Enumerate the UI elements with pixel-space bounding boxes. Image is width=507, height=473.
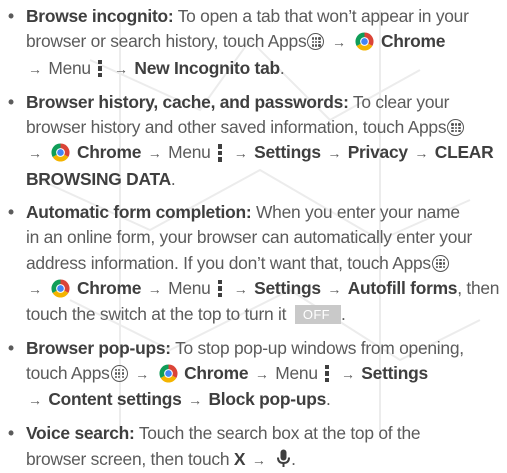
tip-title: Browser history, cache, and passwords: — [26, 91, 349, 112]
settings-label: Settings — [254, 142, 321, 163]
chrome-label: Chrome — [76, 142, 142, 163]
chrome-icon — [158, 364, 178, 383]
autofill-forms-label: Autofill forms — [347, 277, 458, 298]
tip-title: Voice search: — [26, 423, 135, 444]
chrome-label: Chrome — [380, 31, 446, 52]
arrow-icon: → — [135, 365, 149, 382]
bullet: • — [8, 337, 14, 358]
arrow-icon: → — [327, 280, 342, 297]
arrow-icon: → — [332, 34, 346, 51]
bullet: • — [8, 6, 14, 26]
microphone-icon — [277, 449, 291, 467]
menu-label: Menu — [275, 362, 318, 383]
arrow-icon: → — [251, 451, 266, 468]
bullet: • — [8, 91, 14, 112]
arrow-icon: → — [414, 145, 429, 162]
apps-icon — [431, 254, 449, 272]
menu-icon — [217, 143, 223, 162]
chrome-icon — [51, 143, 70, 163]
menu-icon — [97, 59, 103, 78]
period: . — [170, 168, 176, 189]
period: . — [326, 389, 331, 410]
apps-icon — [307, 33, 325, 51]
switch-off-badge: OFF — [294, 305, 342, 325]
menu-label: Menu — [168, 277, 211, 298]
clear-browsing-data-label: CLEAR — [434, 142, 494, 163]
tip-text: Touch the search box at the top of the — [138, 423, 421, 444]
apps-label: Apps — [70, 362, 110, 383]
menu-icon — [217, 279, 223, 298]
tip-text: To clear your — [352, 91, 450, 112]
tip-text: When you enter your name — [255, 202, 460, 223]
arrow-icon: → — [340, 365, 355, 382]
arrow-icon: → — [327, 145, 342, 162]
tip-text: address information. If you don’t want t… — [26, 252, 389, 273]
content-settings-label: Content settings — [48, 389, 182, 410]
chrome-label: Chrome — [184, 362, 249, 383]
arrow-icon: → — [28, 392, 42, 409]
arrow-icon: → — [28, 145, 42, 162]
arrow-icon: → — [254, 365, 269, 382]
arrow-icon: → — [233, 280, 248, 297]
tip-text: in an online form, your browser can auto… — [26, 227, 473, 248]
tip-popups: • Browser pop-ups: To stop pop-up window… — [4, 336, 507, 414]
period: . — [291, 448, 296, 469]
chrome-icon — [51, 279, 70, 298]
menu-label: Menu — [168, 142, 211, 163]
x-label: X — [233, 448, 246, 469]
tip-voice-search: • Voice search: Touch the search box at … — [4, 421, 507, 473]
menu-label: Menu — [48, 57, 91, 78]
tip-text: browser or search history, touch — [26, 31, 265, 52]
tip-form-completion: • Automatic form completion: When you en… — [4, 200, 507, 327]
arrow-icon: → — [188, 392, 202, 409]
settings-label: Settings — [254, 277, 321, 298]
tip-text: To stop pop-up windows from opening, — [175, 337, 464, 358]
apps-label: Apps — [407, 117, 447, 138]
settings-label: Settings — [361, 362, 428, 383]
tip-browser-history: • Browser history, cache, and passwords:… — [4, 90, 507, 192]
arrow-icon: → — [28, 60, 42, 77]
clear-browsing-data-label: BROWSING DATA — [26, 168, 171, 189]
tip-text: browser screen, then touch — [26, 448, 230, 469]
arrow-icon: → — [233, 145, 248, 162]
arrow-icon: → — [147, 145, 162, 162]
chrome-label: Chrome — [76, 277, 142, 298]
tip-title: Automatic form completion: — [26, 202, 252, 223]
bullet: • — [8, 423, 14, 444]
arrow-icon: → — [114, 60, 128, 77]
tip-text: To open a tab that won’t appear in your — [177, 6, 469, 26]
apps-icon — [110, 364, 128, 382]
menu-icon — [324, 364, 330, 383]
tip-browse-incognito: • Browse incognito: To open a tab that w… — [4, 4, 507, 82]
apps-label: Apps — [267, 31, 307, 52]
tip-text: touch — [26, 362, 68, 383]
apps-icon — [447, 119, 465, 137]
privacy-label: Privacy — [347, 142, 408, 163]
new-incognito-tab-label: New Incognito tab — [134, 57, 280, 78]
block-popups-label: Block pop-ups — [208, 389, 327, 410]
tip-text: browser history and other saved informat… — [26, 117, 405, 138]
period: . — [279, 57, 285, 78]
chrome-icon — [355, 32, 374, 51]
bullet: • — [8, 202, 14, 223]
arrow-icon: → — [28, 280, 42, 297]
tip-title: Browser pop-ups: — [26, 337, 171, 358]
period: . — [341, 304, 346, 325]
apps-label: Apps — [392, 252, 431, 273]
tip-text: touch the switch at the top to turn it — [26, 304, 287, 325]
tip-text: , then — [457, 277, 500, 298]
tip-title: Browse incognito: — [26, 6, 174, 26]
help-page: • Browse incognito: To open a tab that w… — [0, 0, 507, 469]
arrow-icon: → — [147, 280, 162, 297]
